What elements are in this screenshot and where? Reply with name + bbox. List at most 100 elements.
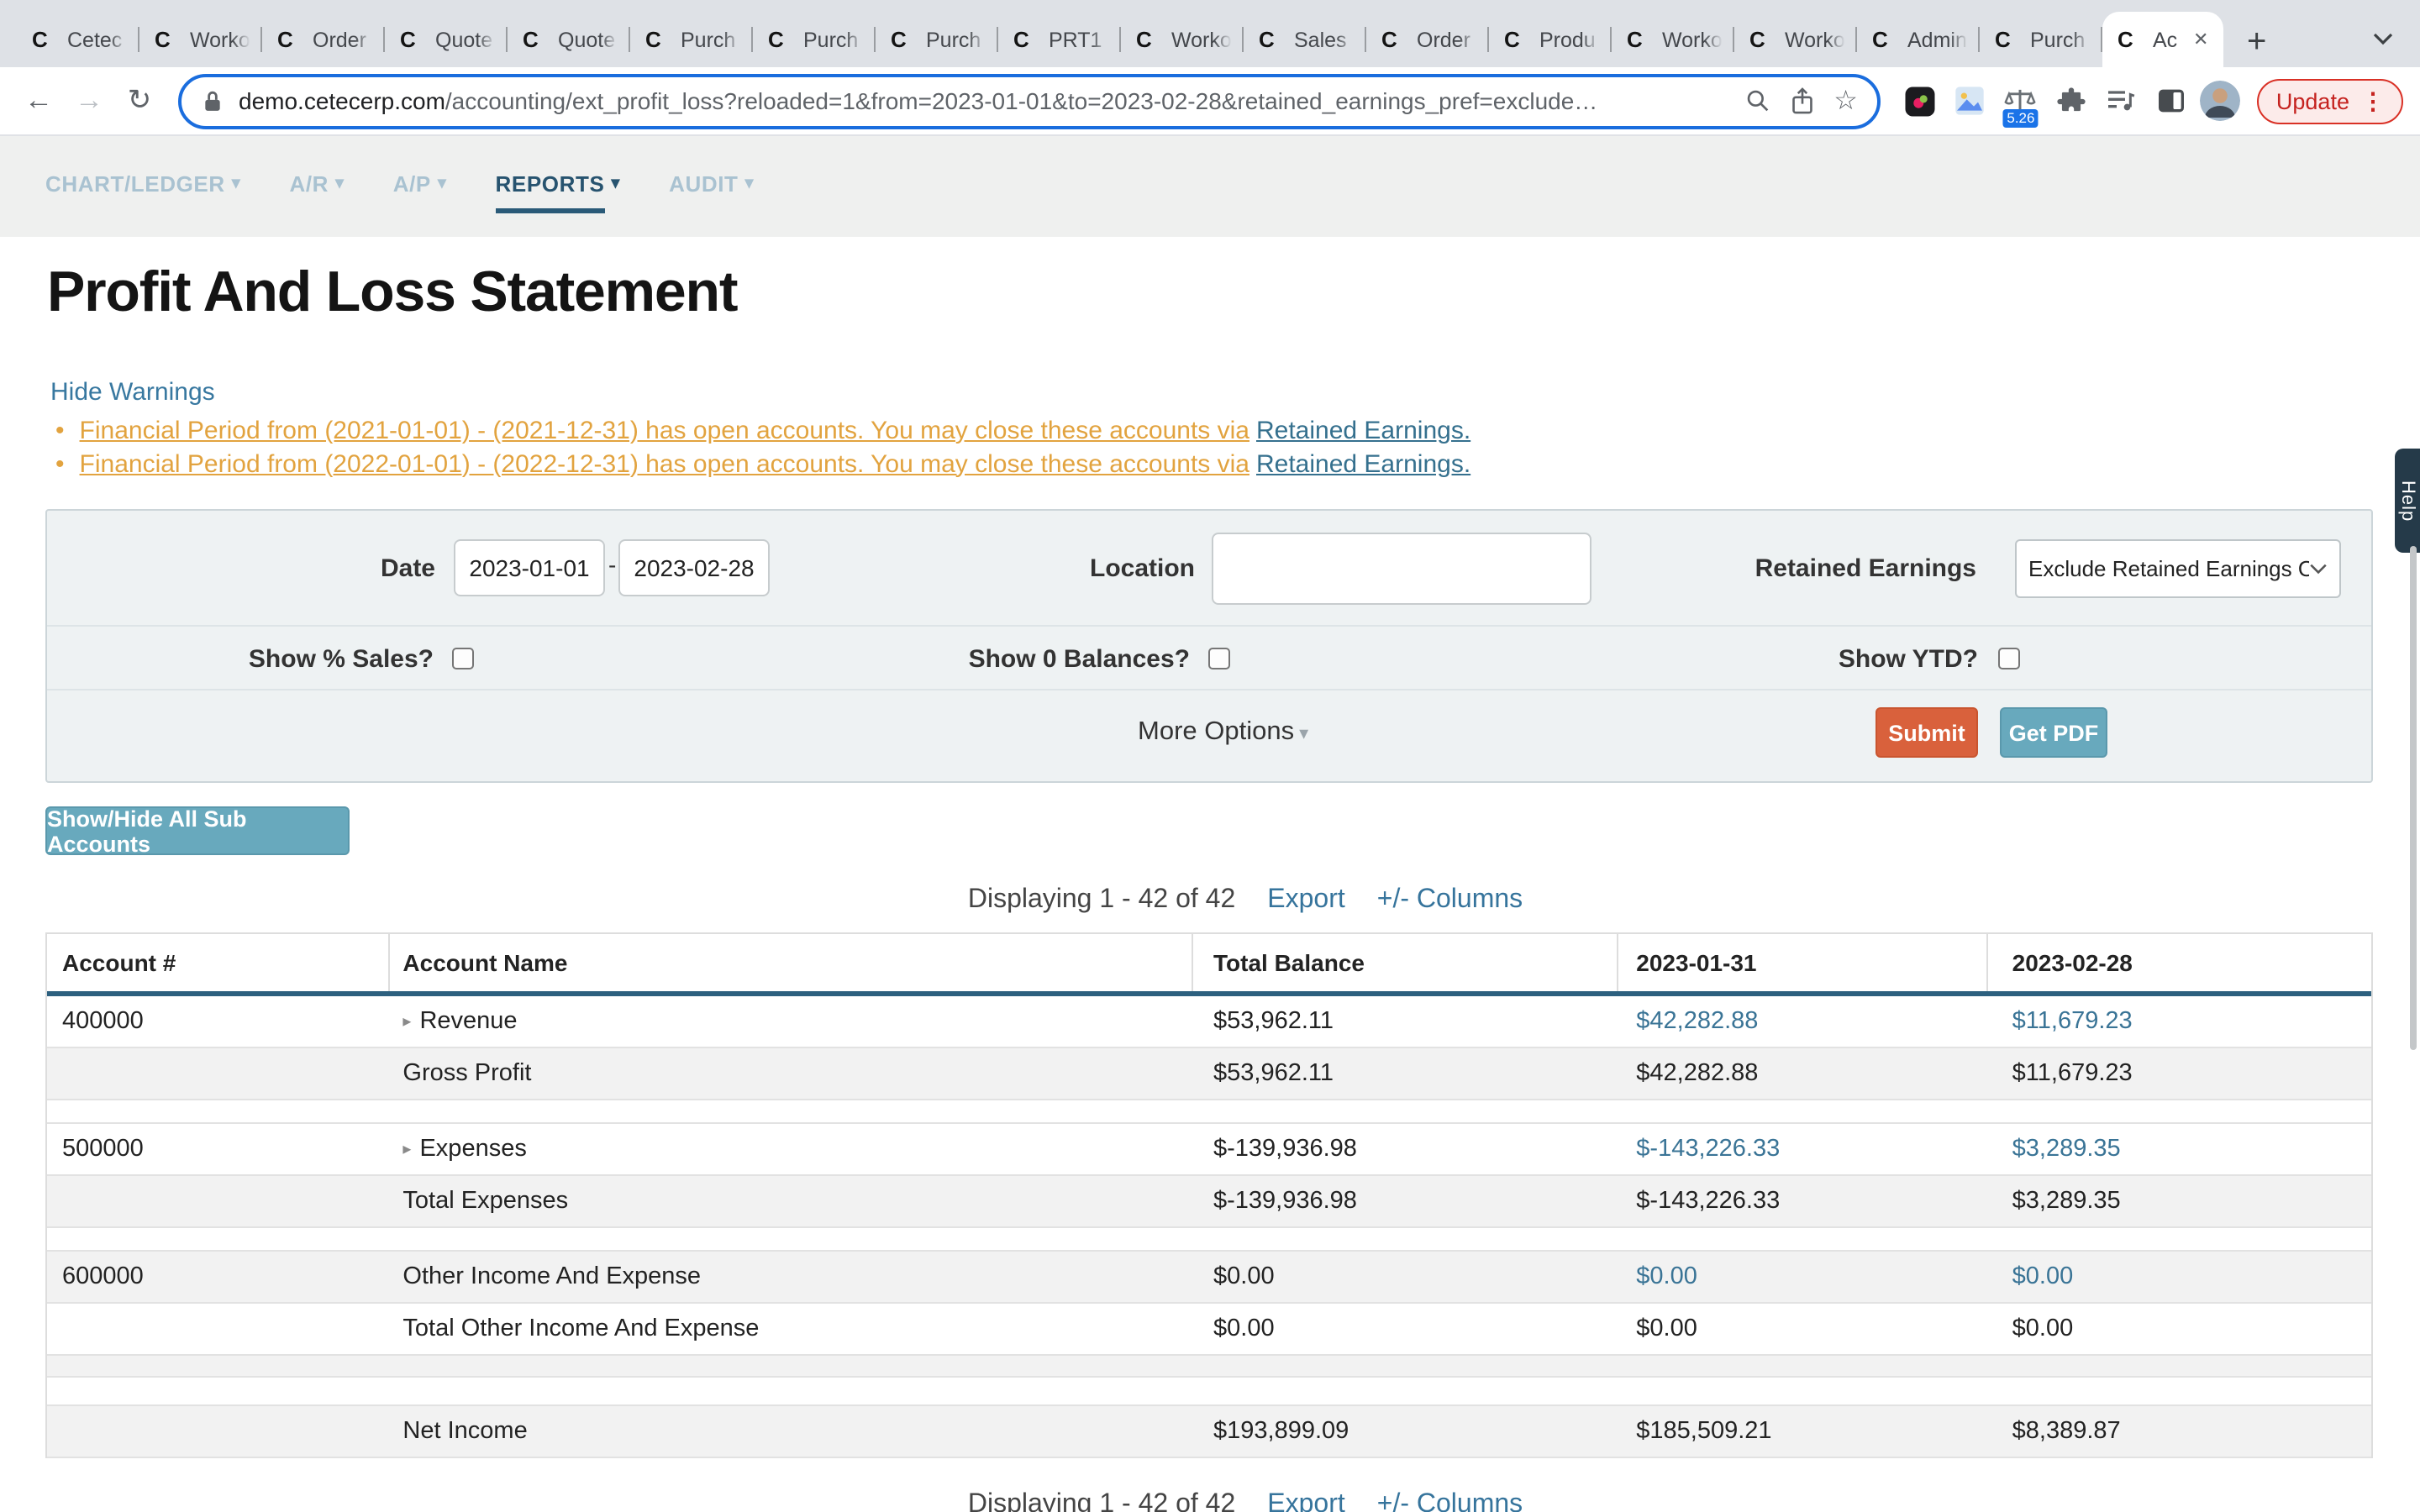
warning-text-link[interactable]: Financial Period from (2021-01-01) - (20… — [80, 417, 1249, 445]
export-link[interactable]: Export — [1267, 1490, 1345, 1512]
browser-tab[interactable]: CPRT1 — [998, 12, 1121, 67]
tab-title: Ac — [2153, 28, 2190, 51]
browser-tab[interactable]: CPurch — [630, 12, 753, 67]
extension-photo-icon[interactable] — [1949, 79, 1992, 123]
amount-cell[interactable]: $0.00 — [1618, 1252, 1988, 1302]
tab-search-chevron-icon[interactable] — [2373, 32, 2393, 45]
location-input[interactable] — [1212, 533, 1591, 605]
browser-menu-kebab-icon[interactable]: ⋮ — [2361, 87, 2385, 115]
scrollbar-thumb[interactable] — [2410, 546, 2417, 1050]
update-button[interactable]: Update ⋮ — [2258, 78, 2403, 123]
forward-button[interactable]: → — [67, 79, 111, 123]
browser-window: CCetecCWorkoCOrderCQuoteCQuoteCPurchCPur… — [0, 0, 2420, 1512]
browser-tab[interactable]: CWorko — [1612, 12, 1734, 67]
show-zero-balances-checkbox[interactable] — [1208, 647, 1230, 669]
amount-cell[interactable]: $0.00 — [1989, 1252, 2371, 1302]
show-ytd-checkbox[interactable] — [1998, 647, 2020, 669]
show-percent-sales-checkbox[interactable] — [452, 647, 474, 669]
lock-icon[interactable] — [202, 88, 224, 113]
retained-earnings-value: Exclude Retained Earnings On 'A — [2028, 556, 2309, 581]
date-separator: - — [608, 551, 616, 578]
browser-tab[interactable]: C Purch — [753, 12, 876, 67]
browser-tab[interactable]: CAdmin — [1857, 12, 1980, 67]
column-header: 2023-02-28 — [1989, 934, 2371, 991]
browser-tab[interactable]: CQuote — [508, 12, 630, 67]
tab-title: Purch — [803, 28, 865, 51]
amount-cell[interactable]: $-143,226.33 — [1618, 1124, 1988, 1174]
amount-cell[interactable]: $42,282.88 — [1618, 996, 1988, 1047]
extension-docs-icon[interactable] — [1898, 79, 1942, 123]
browser-tab[interactable]: C Purch — [876, 12, 998, 67]
table-row: Total Expenses$-139,936.98$-143,226.33$3… — [47, 1176, 2371, 1228]
caret-down-icon: ▾ — [438, 174, 447, 192]
profile-avatar[interactable] — [2201, 81, 2241, 121]
browser-tab[interactable]: COrder — [1366, 12, 1489, 67]
extensions-puzzle-icon[interactable] — [2049, 79, 2093, 123]
nav-item-chart-ledger[interactable]: CHART/LEDGER▾ — [45, 171, 240, 196]
hide-warnings-link[interactable]: Hide Warnings — [50, 378, 215, 407]
side-panel-icon[interactable] — [2150, 79, 2194, 123]
extension-scale-icon[interactable]: 5.26 — [1999, 79, 2043, 123]
cetec-favicon-icon: C — [400, 27, 425, 52]
expand-triangle-icon[interactable]: ▸ — [402, 1140, 411, 1158]
tab-title: Purch — [926, 28, 988, 51]
browser-tab[interactable]: CQuote — [385, 12, 508, 67]
back-button[interactable]: ← — [17, 79, 60, 123]
browser-tab[interactable]: COrder — [262, 12, 385, 67]
tab-title: Admin — [1907, 28, 1970, 51]
retained-earnings-link[interactable]: Retained Earnings. — [1256, 449, 1470, 478]
account-name-text: Total Other Income And Expense — [402, 1315, 759, 1342]
amount-cell[interactable]: $3,289.35 — [1989, 1124, 2371, 1174]
account-name-cell: ▸Expenses — [389, 1124, 1193, 1174]
show-zero-balances-label: Show 0 Balances? — [837, 645, 1190, 674]
amount-cell: $-143,226.33 — [1618, 1176, 1988, 1226]
warning-text-link[interactable]: Financial Period from (2022-01-01) - (20… — [80, 449, 1249, 478]
show-percent-sales-label: Show % Sales? — [114, 645, 434, 674]
tab-title: Purch — [681, 28, 743, 51]
media-playlist-icon[interactable] — [2100, 79, 2144, 123]
address-bar[interactable]: demo.cetecerp.com/accounting/ext_profit_… — [178, 73, 1881, 129]
browser-tab[interactable]: CWorko — [1734, 12, 1857, 67]
amount-cell: $0.00 — [1193, 1304, 1618, 1354]
tab-strip: CCetecCWorkoCOrderCQuoteCQuoteCPurchCPur… — [0, 0, 2420, 67]
table-spacer-row — [47, 1378, 2371, 1406]
cetec-favicon-icon: C — [891, 27, 916, 52]
browser-tab[interactable]: CSales — [1244, 12, 1366, 67]
cetec-favicon-icon: C — [768, 27, 793, 52]
help-tab[interactable]: Help — [2395, 449, 2420, 553]
columns-link[interactable]: +/- Columns — [1377, 885, 1523, 916]
columns-link[interactable]: +/- Columns — [1377, 1490, 1523, 1512]
table-spacer-row — [47, 1228, 2371, 1252]
nav-item-a-r[interactable]: A/R▾ — [289, 171, 344, 196]
tab-title: Worko — [1662, 28, 1724, 51]
date-from-input[interactable]: 2023-01-01 — [454, 539, 605, 596]
zoom-page-icon[interactable] — [1744, 87, 1771, 114]
account-name-text: Revenue — [419, 1008, 517, 1035]
submit-button[interactable]: Submit — [1876, 707, 1978, 758]
nav-item-a-p[interactable]: A/P▾ — [393, 171, 447, 196]
amount-cell[interactable]: $11,679.23 — [1989, 996, 2371, 1047]
date-to-input[interactable]: 2023-02-28 — [618, 539, 770, 596]
browser-tab[interactable]: CProdu — [1489, 12, 1612, 67]
retained-earnings-link[interactable]: Retained Earnings. — [1256, 417, 1470, 445]
tab-close-icon[interactable]: ✕ — [2193, 29, 2208, 50]
bookmark-star-icon[interactable]: ☆ — [1833, 84, 1858, 118]
nav-item-audit[interactable]: AUDIT▾ — [669, 171, 754, 196]
reload-button[interactable]: ↻ — [118, 79, 161, 123]
share-icon[interactable] — [1790, 87, 1815, 115]
nav-item-reports[interactable]: REPORTS▾ — [496, 171, 621, 196]
caret-down-icon: ▾ — [1299, 724, 1308, 744]
browser-tab[interactable]: CWorko — [139, 12, 262, 67]
browser-tab[interactable]: CAc✕ — [2102, 12, 2223, 67]
show-hide-sub-accounts-button[interactable]: Show/Hide All Sub Accounts — [45, 806, 350, 855]
more-options-toggle[interactable]: More Options▾ — [1138, 717, 1308, 748]
browser-tab[interactable]: CCetec — [17, 12, 139, 67]
retained-earnings-select[interactable]: Exclude Retained Earnings On 'A — [2015, 539, 2341, 598]
new-tab-button[interactable]: + — [2247, 25, 2266, 59]
get-pdf-button[interactable]: Get PDF — [2000, 707, 2107, 758]
expand-triangle-icon[interactable]: ▸ — [402, 1012, 411, 1031]
export-link[interactable]: Export — [1267, 885, 1345, 916]
browser-tab[interactable]: CPurch — [1980, 12, 2102, 67]
retained-earnings-label: Retained Earnings — [1754, 554, 1976, 583]
browser-tab[interactable]: CWorko — [1121, 12, 1244, 67]
